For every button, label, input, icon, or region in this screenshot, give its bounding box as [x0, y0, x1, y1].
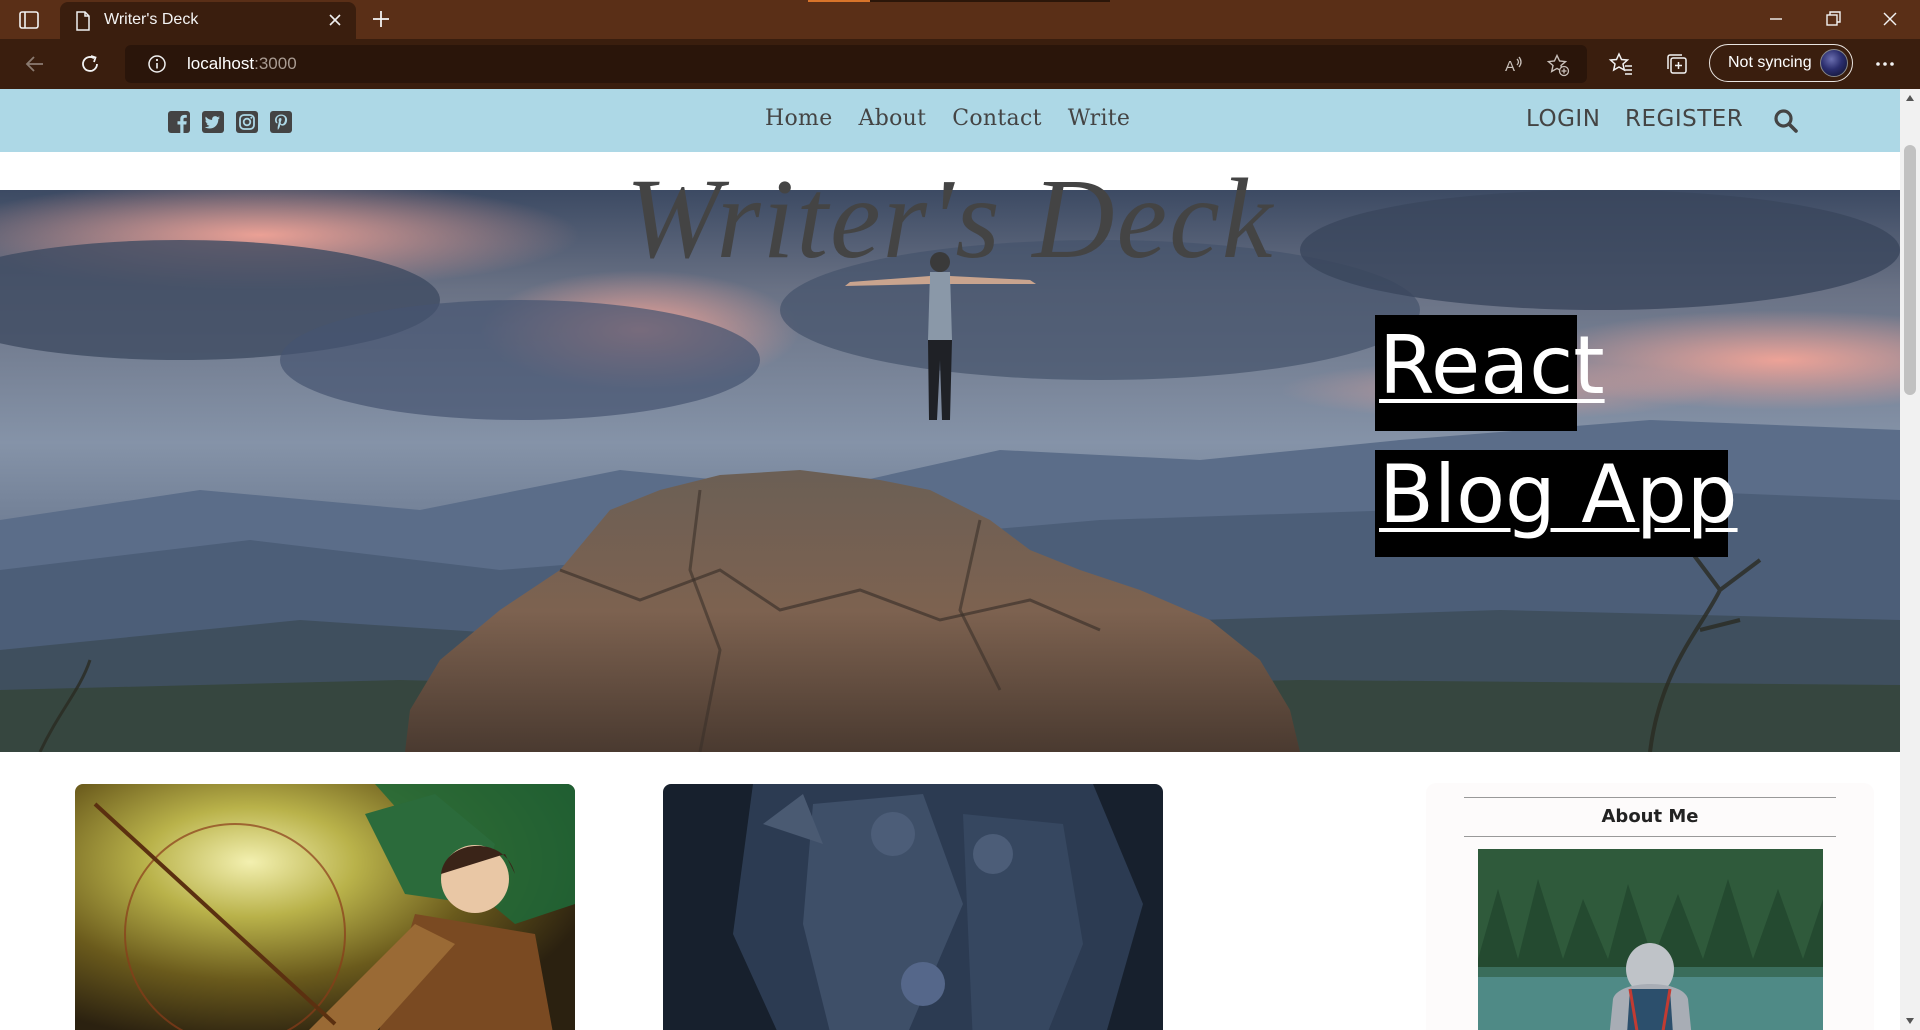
scroll-down-icon[interactable]	[1906, 1018, 1914, 1024]
url-text: localhost:3000	[187, 54, 297, 74]
nav-about-link[interactable]: About	[859, 106, 927, 131]
pinterest-square-icon[interactable]	[269, 110, 293, 134]
favorites-icon[interactable]	[1608, 51, 1634, 77]
restore-icon[interactable]	[1822, 8, 1844, 30]
tab-strip-divider	[870, 0, 1110, 2]
tab-title: Writer's Deck	[104, 11, 199, 28]
about-me-image	[1478, 849, 1823, 1030]
login-link[interactable]: LOGIN	[1526, 106, 1600, 132]
profile-avatar	[1820, 49, 1848, 77]
page-scrollbar[interactable]	[1900, 89, 1920, 1030]
site-info-icon[interactable]	[147, 54, 167, 74]
browser-toolbar: localhost:3000 A Not syncing	[0, 39, 1920, 89]
sync-status-label: Not syncing	[1728, 54, 1812, 71]
tab-strip-accent	[808, 0, 870, 2]
more-options-icon[interactable]	[1872, 53, 1898, 75]
close-window-icon[interactable]	[1879, 8, 1901, 30]
read-aloud-icon[interactable]: A	[1502, 53, 1526, 77]
tagline-react: React	[1379, 319, 1605, 412]
facebook-square-icon[interactable]	[167, 110, 191, 134]
post-card-image[interactable]	[663, 784, 1163, 1030]
register-link[interactable]: REGISTER	[1625, 106, 1743, 132]
svg-text:A: A	[1505, 58, 1515, 75]
sidebar: About Me	[1426, 783, 1874, 1030]
refresh-icon[interactable]	[77, 51, 103, 77]
site-title: Writer's Deck	[625, 155, 1275, 282]
page-viewport: Home About Contact Write LOGIN REGISTER	[0, 89, 1900, 1030]
nav-contact-link[interactable]: Contact	[952, 106, 1041, 131]
back-arrow-icon[interactable]	[22, 51, 48, 77]
search-icon[interactable]	[1773, 108, 1799, 134]
url-host: localhost	[187, 54, 255, 73]
nav-home-link[interactable]: Home	[765, 106, 833, 131]
tagline-react-box: React	[1375, 315, 1605, 431]
nav-write-link[interactable]: Write	[1068, 106, 1131, 131]
tagline-blog-app: Blog App	[1379, 448, 1738, 541]
browser-tab[interactable]: Writer's Deck	[60, 2, 356, 39]
close-tab-icon[interactable]	[326, 11, 344, 29]
new-tab-icon[interactable]	[370, 8, 392, 30]
scrollbar-thumb[interactable]	[1904, 145, 1916, 395]
post-card-image[interactable]	[75, 784, 575, 1030]
tab-actions-icon[interactable]	[18, 9, 40, 31]
add-favorite-icon[interactable]	[1546, 53, 1570, 77]
url-port: :3000	[254, 54, 297, 73]
browser-tab-bar: Writer's Deck	[0, 0, 1920, 39]
tagline-blog-app-box: Blog App	[1375, 448, 1738, 557]
page-document-icon	[76, 11, 90, 31]
profile-sync-button[interactable]: Not syncing	[1709, 44, 1853, 82]
top-navigation: Home About Contact Write LOGIN REGISTER	[0, 89, 1900, 152]
scroll-up-icon[interactable]	[1906, 95, 1914, 101]
address-bar[interactable]: localhost:3000 A	[125, 45, 1587, 83]
collections-icon[interactable]	[1664, 51, 1690, 77]
main-nav-links: Home About Contact Write	[765, 106, 1130, 131]
sidebar-title: About Me	[1464, 797, 1836, 837]
twitter-square-icon[interactable]	[201, 110, 225, 134]
instagram-square-icon[interactable]	[235, 110, 259, 134]
minimize-icon[interactable]	[1765, 8, 1787, 30]
